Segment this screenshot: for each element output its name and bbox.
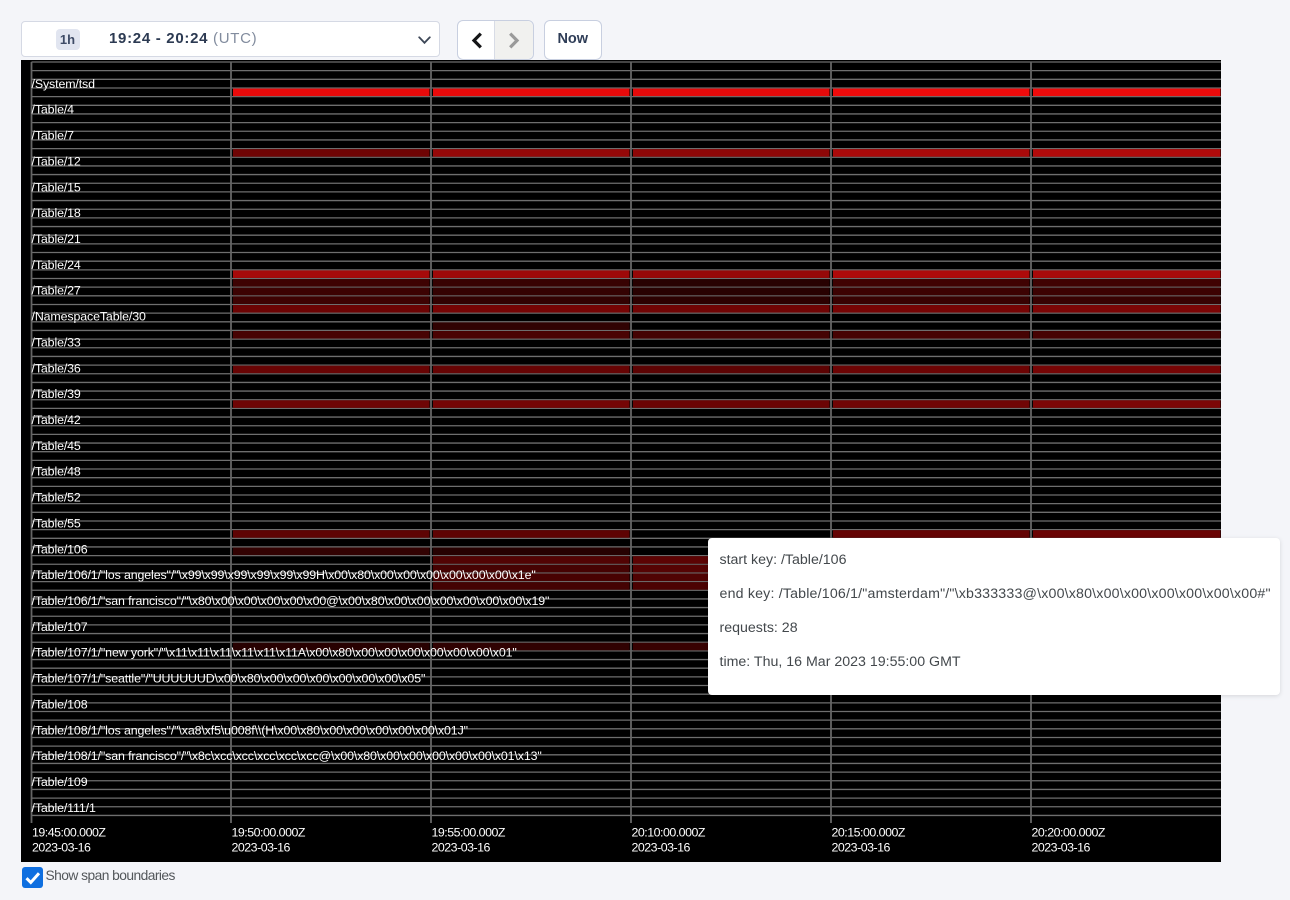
svg-text:/Table/55: /Table/55	[32, 516, 81, 530]
svg-text:/Table/107/1/"seattle"/"UUUUUU: /Table/107/1/"seattle"/"UUUUUUD\x00\x80\…	[32, 671, 426, 685]
svg-text:2023-03-16: 2023-03-16	[632, 840, 691, 854]
svg-text:/Table/107: /Table/107	[32, 619, 88, 633]
svg-text:/Table/12: /Table/12	[32, 154, 81, 168]
svg-text:/Table/39: /Table/39	[32, 387, 81, 401]
svg-text:/Table/108: /Table/108	[32, 697, 88, 711]
svg-text:19:45:00.000Z: 19:45:00.000Z	[32, 825, 106, 839]
svg-text:/Table/4: /Table/4	[32, 102, 75, 116]
svg-text:/Table/27: /Table/27	[32, 283, 81, 297]
svg-text:/Table/108/1/"san francisco"/": /Table/108/1/"san francisco"/"\x8c\xcc\x…	[32, 749, 542, 763]
svg-text:/Table/111/1: /Table/111/1	[32, 800, 96, 814]
svg-text:2023-03-16: 2023-03-16	[32, 840, 91, 854]
svg-text:/Table/106/1/"san francisco"/": /Table/106/1/"san francisco"/"\x80\x00\x…	[32, 593, 550, 607]
svg-text:/Table/48: /Table/48	[32, 464, 81, 478]
svg-text:/Table/45: /Table/45	[32, 438, 81, 452]
svg-text:20:15:00.000Z: 20:15:00.000Z	[832, 825, 906, 839]
svg-text:/Table/33: /Table/33	[32, 335, 81, 349]
svg-text:20:20:00.000Z: 20:20:00.000Z	[1032, 825, 1106, 839]
svg-text:2023-03-16: 2023-03-16	[232, 840, 291, 854]
svg-text:20:10:00.000Z: 20:10:00.000Z	[632, 825, 706, 839]
svg-text:2023-03-16: 2023-03-16	[432, 840, 491, 854]
svg-text:19:55:00.000Z: 19:55:00.000Z	[432, 825, 506, 839]
svg-text:/Table/36: /Table/36	[32, 361, 81, 375]
svg-text:/Table/7: /Table/7	[32, 128, 75, 142]
svg-text:2023-03-16: 2023-03-16	[832, 840, 891, 854]
svg-text:/Table/106/1/"los angeles"/"\x: /Table/106/1/"los angeles"/"\x99\x99\x99…	[32, 568, 536, 582]
svg-text:/Table/52: /Table/52	[32, 490, 81, 504]
svg-text:/Table/106: /Table/106	[32, 542, 88, 556]
svg-text:/Table/18: /Table/18	[32, 206, 81, 220]
svg-text:/Table/15: /Table/15	[32, 180, 81, 194]
svg-text:/Table/109: /Table/109	[32, 774, 88, 788]
svg-text:/Table/21: /Table/21	[32, 231, 81, 245]
svg-text:/NamespaceTable/30: /NamespaceTable/30	[32, 309, 146, 323]
svg-text:/Table/24: /Table/24	[32, 257, 81, 271]
svg-text:/Table/107/1/"new york"/"\x11\: /Table/107/1/"new york"/"\x11\x11\x11\x1…	[32, 645, 517, 659]
svg-text:/System/tsd: /System/tsd	[32, 76, 96, 90]
svg-text:2023-03-16: 2023-03-16	[1032, 840, 1091, 854]
svg-text:19:50:00.000Z: 19:50:00.000Z	[232, 825, 306, 839]
svg-text:/Table/42: /Table/42	[32, 412, 81, 426]
svg-text:/Table/108/1/"los angeles"/"\x: /Table/108/1/"los angeles"/"\xa8\xf5\u00…	[32, 723, 468, 737]
